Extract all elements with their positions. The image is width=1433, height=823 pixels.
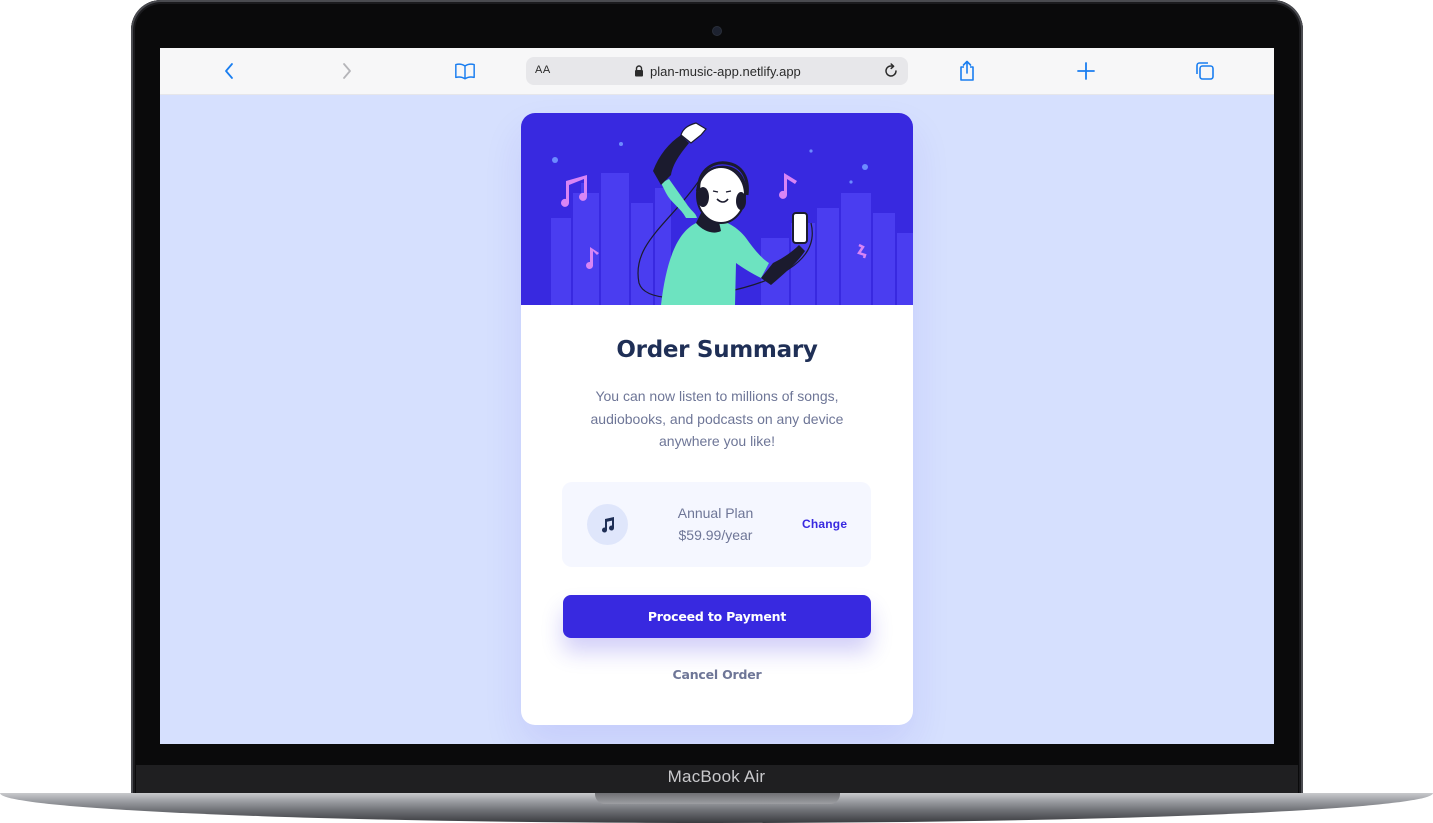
change-plan-link[interactable]: Change xyxy=(802,517,847,531)
address-bar[interactable]: AA plan-music-app.netlify.app xyxy=(526,57,908,85)
url-text: plan-music-app.netlify.app xyxy=(650,63,801,79)
camera-icon xyxy=(713,27,721,35)
order-description: You can now listen to millions of songs,… xyxy=(590,388,844,449)
book-icon[interactable] xyxy=(454,60,476,82)
device-label: MacBook Air xyxy=(667,767,766,786)
text-size-button[interactable]: AA xyxy=(535,64,551,76)
share-icon[interactable] xyxy=(956,60,978,82)
laptop-base-notch xyxy=(595,793,840,804)
browser-screen: AA plan-music-app.netlify.app Order Summ… xyxy=(160,48,1274,744)
chevron-right-icon[interactable] xyxy=(336,60,358,82)
proceed-to-payment-button[interactable]: Proceed to Payment xyxy=(563,595,871,638)
hero-illustration xyxy=(521,113,913,305)
chevron-left-icon[interactable] xyxy=(218,60,240,82)
browser-toolbar: AA plan-music-app.netlify.app xyxy=(160,48,1274,95)
tabs-icon[interactable] xyxy=(1194,60,1216,82)
page-title: Order Summary xyxy=(616,337,818,363)
plus-icon[interactable] xyxy=(1075,60,1097,82)
plan-name: Annual Plan xyxy=(677,505,754,521)
plan-price: $59.99/year xyxy=(678,527,753,543)
order-summary-card: Order Summary You can now listen to mill… xyxy=(521,113,913,725)
cancel-order-button[interactable]: Cancel Order xyxy=(521,667,913,682)
music-note-icon xyxy=(587,504,628,545)
plan-summary: Annual Plan $59.99/year Change xyxy=(562,482,871,567)
lock-icon xyxy=(634,65,644,77)
reload-icon[interactable] xyxy=(880,60,902,82)
